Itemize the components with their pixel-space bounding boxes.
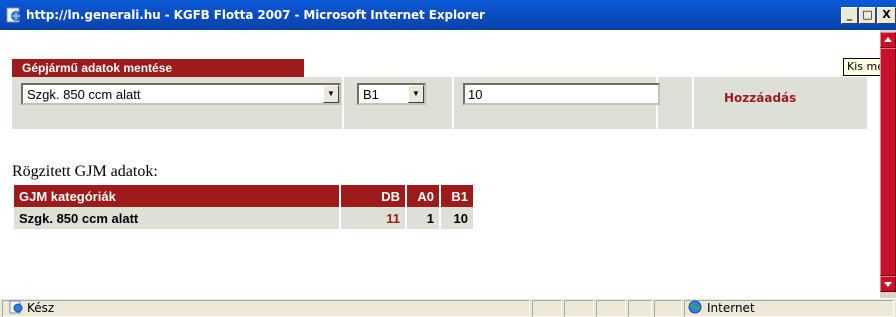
vertical-scrollbar[interactable] <box>880 30 896 298</box>
status-text: Kész <box>27 301 55 315</box>
globe-icon <box>688 300 702 314</box>
ie-page-icon <box>9 300 23 314</box>
form-cell <box>658 77 692 129</box>
cell-category: Szgk. 850 ccm alatt <box>14 207 339 229</box>
status-pane <box>654 300 682 317</box>
dropdown-arrow-icon[interactable]: ▼ <box>323 85 339 103</box>
scroll-up-arrow-icon[interactable] <box>880 32 896 48</box>
column-header-a0: A0 <box>407 185 439 207</box>
scroll-thumb[interactable] <box>880 48 896 276</box>
cell-db: 11 <box>341 207 405 229</box>
vehicle-category-value: Szgk. 850 ccm alatt <box>27 87 141 102</box>
status-bar <box>0 298 896 317</box>
saved-data-heading: Rögzitett GJM adatok: <box>12 163 158 180</box>
section-title: Gépjármű adatok mentése <box>12 59 304 77</box>
vehicle-form-row: Szgk. 850 ccm alatt ▼ B1 ▼ 10 Hozzáadás <box>12 77 867 129</box>
scroll-down-arrow-icon[interactable] <box>880 276 896 292</box>
table-row: Szgk. 850 ccm alatt 11 1 10 <box>14 207 473 229</box>
ie-page-icon <box>6 7 21 23</box>
cell-b1: 10 <box>441 207 473 229</box>
maximize-button[interactable]: □ <box>859 7 876 24</box>
status-pane <box>564 300 594 317</box>
window-title: http://ln.generali.hu - KGFB Flotta 2007… <box>26 8 485 22</box>
status-pane <box>532 300 562 317</box>
saved-vehicles-table: GJM kategóriák DB A0 B1 Szgk. 850 ccm al… <box>12 185 475 229</box>
security-zone-label: Internet <box>707 301 755 315</box>
status-pane <box>2 300 530 317</box>
vehicle-class-select[interactable]: B1 ▼ <box>357 83 426 105</box>
quantity-value: 10 <box>468 87 483 102</box>
column-header-b1: B1 <box>441 185 473 207</box>
column-header-db: DB <box>341 185 405 207</box>
dropdown-arrow-icon[interactable]: ▼ <box>408 85 424 103</box>
close-button[interactable]: X <box>877 7 896 24</box>
cell-a0: 1 <box>407 207 439 229</box>
quantity-input[interactable]: 10 <box>463 83 660 105</box>
window-titlebar[interactable]: http://ln.generali.hu - KGFB Flotta 2007… <box>0 0 896 30</box>
add-button[interactable]: Hozzáadás <box>724 91 796 105</box>
vehicle-category-select[interactable]: Szgk. 850 ccm alatt ▼ <box>21 83 341 105</box>
vehicle-class-value: B1 <box>363 87 379 102</box>
minimize-button[interactable]: _ <box>841 7 858 24</box>
column-header-category: GJM kategóriák <box>14 185 339 207</box>
status-pane <box>596 300 626 317</box>
status-pane <box>628 300 652 317</box>
page-content: Gépjármű adatok mentése Szgk. 850 ccm al… <box>0 30 880 298</box>
